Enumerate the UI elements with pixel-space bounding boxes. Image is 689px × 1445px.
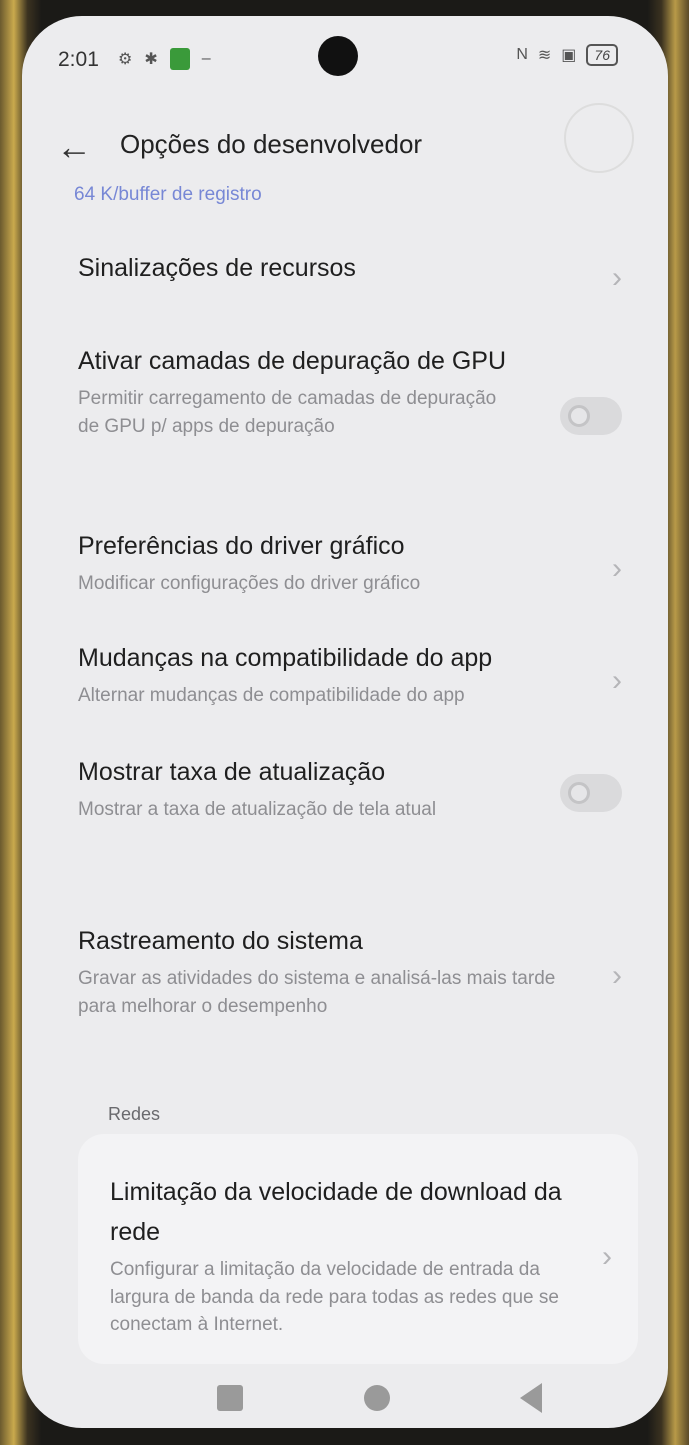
list-item-subtitle: Configurar a limitação da velocidade de … (110, 1259, 559, 1336)
list-item-feature-flags[interactable]: Sinalizações de recursos › (78, 248, 628, 308)
section-header-networks: Redes (108, 1104, 161, 1124)
phone-frame: 2:01 ⚙ ✱ – N ≋ ▣ 76 ← Opções do desenvol… (0, 0, 689, 1445)
gpu-debug-layers-toggle[interactable] (560, 397, 622, 435)
settings-notification-icon: ⚙ (118, 51, 133, 68)
list-item-system-tracing[interactable]: Rastreamento do sistema Gravar as ativid… (78, 921, 628, 1031)
scrolled-off-value: 64 K/buffer de registro (74, 184, 262, 205)
status-icons-left: ⚙ ✱ – (118, 48, 211, 70)
list-item-network-download-limit[interactable]: Limitação da velocidade de download da r… (110, 1172, 618, 1342)
wifi-icon: ≋ (537, 47, 552, 64)
navigation-bar (22, 1361, 668, 1428)
list-item-gpu-debug-layers[interactable]: Ativar camadas de depuração de GPU Permi… (78, 341, 628, 481)
network-card: Limitação da velocidade de download da r… (78, 1134, 638, 1364)
chevron-right-icon: › (602, 1240, 612, 1273)
list-item-title: Limitação da velocidade de download da r… (110, 1178, 562, 1246)
list-item-title: Mudanças na compatibilidade do app (78, 644, 493, 672)
status-bar: 2:01 ⚙ ✱ – N ≋ ▣ 76 (22, 16, 668, 104)
list-item-subtitle: Permitir carregamento de camadas de depu… (78, 388, 497, 437)
status-icons-right: N ≋ ▣ 76 (516, 44, 618, 66)
app-header: ← Opções do desenvolvedor (22, 103, 668, 181)
list-item-title: Preferências do driver gráfico (78, 532, 405, 560)
list-item-refresh-rate[interactable]: Mostrar taxa de atualização Mostrar a ta… (78, 752, 628, 837)
list-item-subtitle: Modificar configurações do driver gráfic… (78, 573, 421, 594)
list-item-title: Mostrar taxa de atualização (78, 758, 386, 786)
screen: 2:01 ⚙ ✱ – N ≋ ▣ 76 ← Opções do desenvol… (22, 16, 668, 1428)
list-item-subtitle: Gravar as atividades do sistema e analis… (78, 968, 556, 1017)
list-item-app-compatibility[interactable]: Mudanças na compatibilidade do app Alter… (78, 638, 628, 723)
sim-icon: ▣ (561, 47, 577, 64)
status-time: 2:01 (58, 48, 99, 71)
list-item-title: Ativar camadas de depuração de GPU (78, 347, 507, 375)
chevron-right-icon: › (612, 261, 622, 294)
nfc-icon: N (516, 46, 528, 63)
list-item-graphics-driver[interactable]: Preferências do driver gráfico Modificar… (78, 526, 628, 611)
chevron-right-icon: › (612, 551, 622, 585)
recent-apps-icon[interactable] (217, 1385, 243, 1411)
refresh-rate-toggle[interactable] (560, 774, 622, 812)
chevron-right-icon: › (612, 959, 622, 992)
bug-notification-icon: ✱ (144, 51, 158, 68)
floating-circle-overlay (564, 103, 634, 173)
more-notifications-icon: – (201, 50, 211, 67)
list-item-title: Sinalizações de recursos (78, 254, 356, 282)
back-triangle-icon[interactable] (520, 1383, 542, 1413)
battery-indicator: 76 (586, 44, 618, 66)
home-icon[interactable] (364, 1385, 390, 1411)
list-item-subtitle: Alternar mudanças de compatibilidade do … (78, 685, 465, 706)
page-title: Opções do desenvolvedor (120, 129, 423, 159)
front-camera (318, 36, 358, 76)
app-notification-icon (169, 48, 190, 70)
list-item-title: Rastreamento do sistema (78, 927, 363, 955)
chevron-right-icon: › (612, 663, 622, 697)
list-item-subtitle: Mostrar a taxa de atualização de tela at… (78, 799, 437, 820)
back-arrow-icon[interactable]: ← (52, 125, 96, 169)
